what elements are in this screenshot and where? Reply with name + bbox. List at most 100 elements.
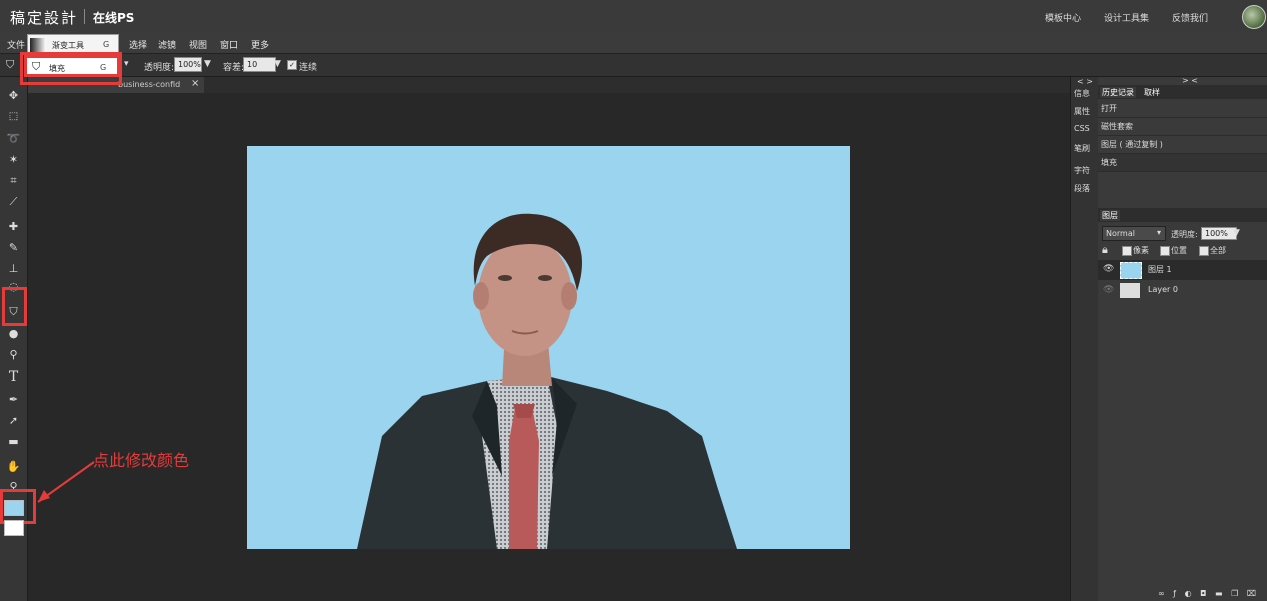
menu-select[interactable]: 选择 <box>129 38 147 51</box>
contiguous-label: 连续 <box>299 63 318 73</box>
folder-icon[interactable]: ▬ <box>1215 589 1226 598</box>
eyedropper-tool-icon[interactable]: ⟋ <box>4 193 23 210</box>
tolerance-label: 容差: <box>223 63 245 73</box>
path-select-tool-icon[interactable]: ➚ <box>4 412 23 429</box>
opacity-chevron-icon[interactable]: ▼ <box>204 59 211 69</box>
tool-preset-chevron-icon[interactable]: ▾ <box>124 59 129 69</box>
history-panel-header: 历史记录 取样 <box>1098 85 1267 99</box>
menu-view[interactable]: 视图 <box>189 38 207 51</box>
history-row[interactable]: 图层 ( 通过复制 ) <box>1098 136 1267 154</box>
contiguous-checkbox[interactable]: ✓ <box>287 60 297 70</box>
dropdown-item-shortcut: G <box>103 40 110 49</box>
move-tool-icon[interactable]: ✥ <box>4 87 23 104</box>
bucket-tool-icon[interactable]: ⛉ <box>4 303 23 320</box>
tab-history[interactable]: 历史记录 <box>1100 87 1136 98</box>
menu-more[interactable]: 更多 <box>251 38 269 51</box>
blend-mode-select[interactable]: Normal ▾ <box>1102 226 1166 241</box>
chevron-down-icon: ▾ <box>1157 228 1162 237</box>
stamp-tool-icon[interactable]: ⊥ <box>4 260 23 277</box>
pen-tool-icon[interactable]: ✒ <box>4 391 23 408</box>
menu-file[interactable]: 文件 <box>7 38 25 51</box>
blur-tool-icon[interactable]: ● <box>4 325 23 342</box>
layer-thumbnail <box>1120 262 1142 279</box>
dodge-tool-icon[interactable]: ⚲ <box>4 346 23 363</box>
lock-all-checkbox[interactable] <box>1199 246 1209 256</box>
dropdown-item-label: 渐变工具 <box>52 41 84 50</box>
logo[interactable]: 稿定設計 <box>10 7 78 28</box>
foreground-color-swatch[interactable] <box>4 500 24 516</box>
opacity-input[interactable]: 100% <box>174 57 202 72</box>
layer-thumbnail <box>1120 283 1140 298</box>
hand-tool-icon[interactable]: ✋ <box>4 458 23 475</box>
shape-tool-icon[interactable]: ▬ <box>4 433 23 450</box>
feedback-link[interactable]: 反馈我们 <box>1172 11 1208 24</box>
close-icon[interactable]: × <box>191 78 199 89</box>
menu-bar: 文件 选择 滤镜 视图 窗口 更多 <box>0 33 1267 54</box>
trash-icon[interactable]: ⌧ <box>1247 589 1259 598</box>
brush-tool-icon[interactable]: ✎ <box>4 239 23 256</box>
background-color-swatch[interactable] <box>4 520 24 536</box>
top-bar: 稿定設計 在线PS 模板中心 设计工具集 反馈我们 <box>0 0 1267 33</box>
mask-icon[interactable]: ◘ <box>1200 589 1209 598</box>
lock-position-label: 位置 <box>1171 246 1187 255</box>
layer-row[interactable]: 👁︎ Layer 0 <box>1098 281 1267 301</box>
panel-brush[interactable]: 笔刷 <box>1074 143 1090 154</box>
effects-icon[interactable]: ƒ <box>1173 589 1179 598</box>
panel-css[interactable]: CSS <box>1074 124 1090 133</box>
avatar[interactable] <box>1242 5 1266 29</box>
history-row-label: 图层 ( 通过复制 ) <box>1101 140 1163 149</box>
text-tool-icon[interactable]: T <box>4 369 23 386</box>
layer-name: Layer 0 <box>1148 285 1178 294</box>
menu-filter[interactable]: 滤镜 <box>158 38 176 51</box>
history-row[interactable]: 填充 <box>1098 154 1267 172</box>
panel-info[interactable]: 信息 <box>1074 88 1090 99</box>
right-panels: > < 历史记录 取样 打开 磁性套索 图层 ( 通过复制 ) 填充 图层 No… <box>1098 76 1267 601</box>
eye-icon[interactable]: 👁︎ <box>1103 264 1114 274</box>
layer-row[interactable]: 👁︎ 图层 1 <box>1098 260 1267 280</box>
bucket-icon[interactable]: ⛉ <box>6 58 14 72</box>
layer-opacity-input[interactable]: 100% <box>1201 227 1237 240</box>
tab-layers[interactable]: 图层 <box>1100 210 1120 221</box>
person-image <box>357 213 737 549</box>
tab-samples[interactable]: 取样 <box>1142 87 1162 98</box>
new-layer-icon[interactable]: ❐ <box>1231 589 1241 598</box>
template-center-link[interactable]: 模板中心 <box>1045 11 1081 24</box>
adjustment-icon[interactable]: ◐ <box>1185 589 1195 598</box>
layer-name: 图层 1 <box>1148 265 1172 274</box>
tolerance-input[interactable]: 10 <box>243 57 276 72</box>
left-toolbar: ✥ ⬚ ➰ ✶ ⌗ ⟋ ✚ ✎ ⊥ ◌ ⛉ ● ⚲ T ✒ ➚ ▬ ✋ ⚲ <box>0 77 36 601</box>
history-row[interactable]: 打开 <box>1098 100 1267 118</box>
panel-character[interactable]: 字符 <box>1074 165 1090 176</box>
app-name: 在线PS <box>93 11 135 25</box>
magic-wand-tool-icon[interactable]: ✶ <box>4 151 23 168</box>
chevron-down-icon[interactable]: ▼ <box>1233 228 1240 238</box>
eye-icon[interactable]: 👁︎ <box>1103 285 1114 295</box>
document-canvas[interactable] <box>247 146 850 549</box>
panel-collapse-toggle[interactable]: > < <box>1182 76 1198 85</box>
blend-mode-value: Normal <box>1106 229 1135 238</box>
healing-tool-icon[interactable]: ✚ <box>4 218 23 235</box>
marquee-tool-icon[interactable]: ⬚ <box>4 108 23 125</box>
logo-separator <box>84 9 85 24</box>
tolerance-chevron-icon[interactable]: ▼ <box>274 59 281 69</box>
history-row[interactable]: 磁性套索 <box>1098 118 1267 136</box>
layer-opacity-label: 透明度: <box>1171 230 1198 239</box>
options-bar: ⛉ ▾ 透明度: 100% ▼ 容差: 10 ▼ ✓ 连续 <box>0 54 1267 77</box>
panel-properties[interactable]: 属性 <box>1074 106 1090 117</box>
layer-actions-bar: ∞ ƒ ◐ ◘ ▬ ❐ ⌧ <box>1158 589 1259 598</box>
design-tools-link[interactable]: 设计工具集 <box>1104 11 1149 24</box>
history-row-label: 填充 <box>1101 158 1117 167</box>
crop-tool-icon[interactable]: ⌗ <box>4 172 23 189</box>
link-icon[interactable]: ∞ <box>1158 589 1168 598</box>
lock-pixels-checkbox[interactable] <box>1122 246 1132 256</box>
panel-collapse-toggle[interactable]: < > <box>1077 77 1093 86</box>
lock-position-checkbox[interactable] <box>1160 246 1170 256</box>
opacity-label: 透明度: <box>144 63 175 73</box>
annotation-text: 点此修改颜色 <box>93 451 190 470</box>
lasso-tool-icon[interactable]: ➰ <box>4 130 23 147</box>
lock-icon: 🔒︎ <box>1102 243 1108 256</box>
menu-window[interactable]: 窗口 <box>220 38 238 51</box>
lock-all-label: 全部 <box>1210 246 1226 255</box>
panel-paragraph[interactable]: 段落 <box>1074 183 1090 194</box>
document-tab-name: business-confid <box>118 80 181 89</box>
